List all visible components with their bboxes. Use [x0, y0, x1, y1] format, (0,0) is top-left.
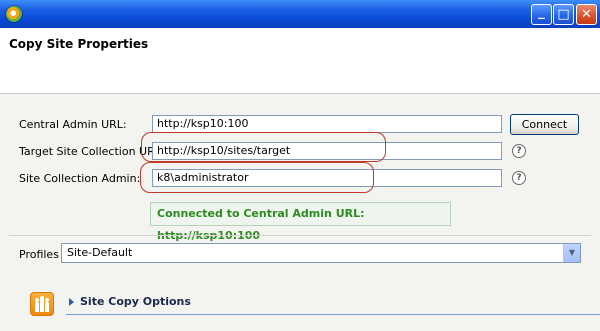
- minimize-icon: _: [538, 5, 545, 20]
- central-admin-label: Central Admin URL:: [19, 118, 127, 131]
- dialog-header: Copy Site Properties: [0, 28, 600, 94]
- minimize-button[interactable]: _: [531, 4, 552, 25]
- site-admin-label: Site Collection Admin:: [19, 172, 141, 185]
- site-copy-icon: [30, 292, 54, 316]
- title-bar: _ □ ✕: [0, 0, 600, 28]
- maximize-button[interactable]: □: [553, 4, 574, 25]
- site-copy-options-toggle[interactable]: Site Copy Options: [80, 295, 191, 308]
- central-admin-url-input[interactable]: http://ksp10:100: [152, 115, 502, 133]
- connection-status: Connected to Central Admin URL: http://k…: [150, 202, 451, 242]
- profiles-select[interactable]: Site-Default ▼: [61, 243, 581, 263]
- section-divider: [9, 235, 591, 236]
- site-admin-help-icon[interactable]: ?: [512, 171, 526, 185]
- expand-triangle-icon[interactable]: [69, 298, 74, 306]
- site-admin-highlight: [140, 162, 374, 193]
- app-icon: [6, 6, 22, 22]
- profiles-selected-value: Site-Default: [67, 246, 133, 259]
- maximize-icon: □: [557, 7, 570, 22]
- close-icon: ✕: [581, 7, 592, 22]
- section-underline: [66, 314, 600, 315]
- dialog-title: Copy Site Properties: [9, 37, 149, 51]
- target-url-highlight: [141, 132, 386, 162]
- target-site-help-icon[interactable]: ?: [512, 144, 526, 158]
- connect-button[interactable]: Connect: [510, 114, 579, 135]
- close-button[interactable]: ✕: [576, 4, 597, 25]
- chevron-down-icon[interactable]: ▼: [563, 244, 580, 262]
- profiles-label: Profiles: [19, 248, 59, 261]
